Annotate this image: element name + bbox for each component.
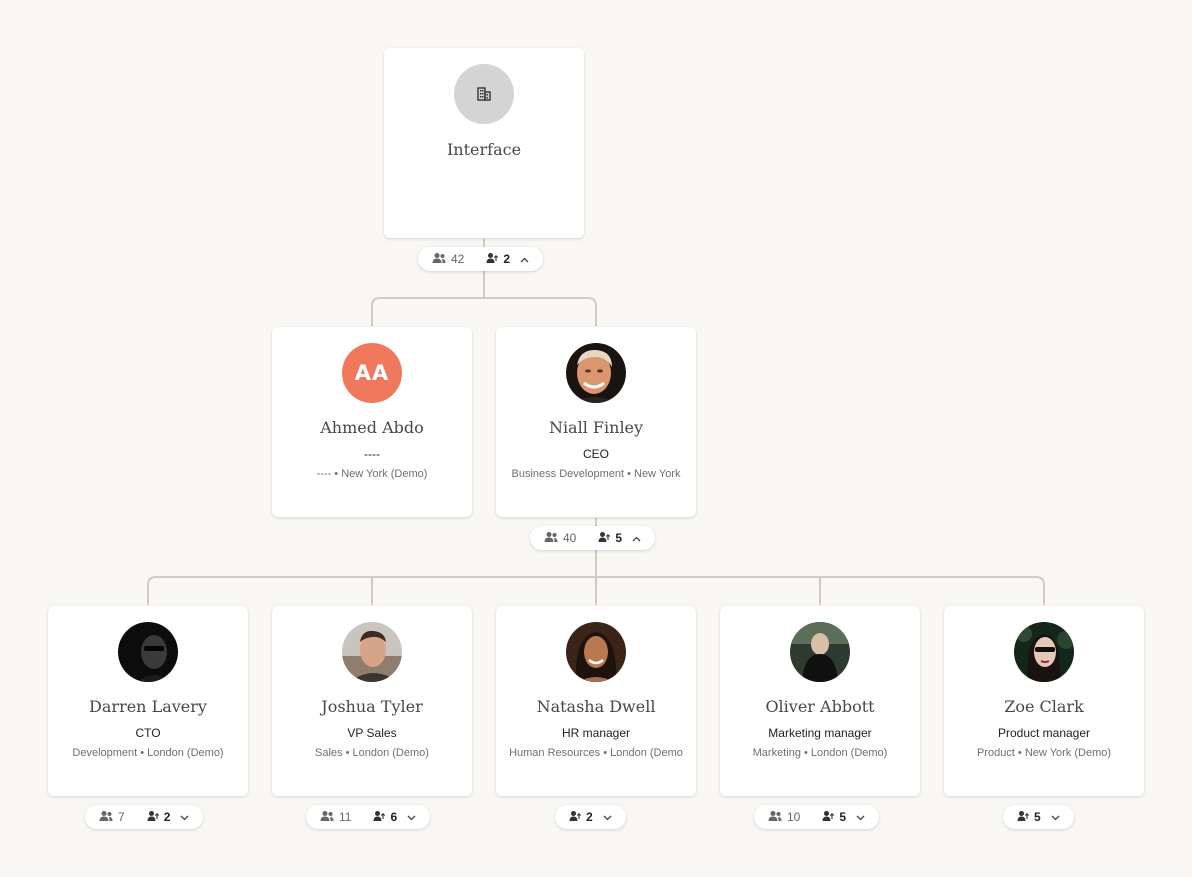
- zoe-clark-reports-toggle[interactable]: 5: [1003, 805, 1074, 829]
- chevron-up-icon[interactable]: [632, 531, 641, 545]
- person-title: CEO: [582, 447, 609, 461]
- person-department-location: Development • London (Demo): [72, 747, 224, 759]
- team-size-icon: [432, 252, 446, 267]
- chevron-down-icon[interactable]: [1051, 810, 1060, 824]
- org-avatar: [454, 64, 514, 124]
- team-size-icon: [544, 531, 558, 546]
- person-card-oliver-abbott[interactable]: Oliver Abbott Marketing manager Marketin…: [720, 606, 920, 796]
- person-department-location: Marketing • London (Demo): [752, 747, 888, 759]
- person-department-location: Product • New York (Demo): [976, 747, 1112, 759]
- avatar: AA: [342, 343, 402, 403]
- total-count: 42: [451, 252, 465, 266]
- natasha-dwell-reports-toggle[interactable]: 2: [555, 805, 626, 829]
- direct-reports-icon: [822, 810, 835, 825]
- person-name: Zoe Clark: [1004, 697, 1084, 716]
- darren-lavery-reports-toggle[interactable]: 7 2: [85, 805, 204, 829]
- avatar: [566, 343, 626, 403]
- person-title: Product manager: [997, 726, 1091, 740]
- person-title: Marketing manager: [768, 726, 872, 740]
- chevron-down-icon[interactable]: [180, 810, 189, 824]
- direct-count: 5: [615, 531, 623, 545]
- person-name: Joshua Tyler: [321, 697, 423, 716]
- person-department-location: Business Development • New York: [511, 468, 681, 480]
- person-card-zoe-clark[interactable]: Zoe Clark Product manager Product • New …: [944, 606, 1144, 796]
- person-name: Oliver Abbott: [765, 697, 875, 716]
- org-name: Interface: [446, 140, 522, 159]
- total-count: 40: [563, 531, 577, 545]
- direct-reports-icon: [598, 531, 611, 546]
- person-card-ahmed-abdo[interactable]: AA Ahmed Abdo ---- ---- • New York (Demo…: [272, 327, 472, 517]
- avatar: [790, 622, 850, 682]
- avatar: [1014, 622, 1074, 682]
- chevron-down-icon[interactable]: [856, 810, 865, 824]
- direct-count: 5: [1034, 810, 1041, 824]
- direct-count: 2: [163, 810, 171, 824]
- direct-count: 2: [586, 810, 593, 824]
- person-title: HR manager: [561, 726, 631, 740]
- chevron-up-icon[interactable]: [520, 252, 529, 266]
- joshua-tyler-reports-toggle[interactable]: 11 6: [306, 805, 431, 829]
- person-department-location: Human Resources • London (Demo: [509, 747, 683, 759]
- direct-reports-icon: [569, 810, 582, 825]
- niall-finley-reports-toggle[interactable]: 40 5: [530, 526, 656, 550]
- direct-count: 5: [839, 810, 847, 824]
- direct-reports-icon: [1017, 810, 1030, 825]
- direct-count: 2: [503, 252, 511, 266]
- avatar: [118, 622, 178, 682]
- person-department-location: ---- • New York (Demo): [316, 468, 428, 480]
- team-size-icon: [768, 810, 782, 825]
- person-title: CTO: [135, 726, 161, 740]
- direct-reports-icon: [486, 252, 499, 267]
- avatar: [342, 622, 402, 682]
- person-name: Natasha Dwell: [536, 697, 656, 716]
- person-name: Niall Finley: [548, 418, 644, 437]
- person-name: Darren Lavery: [89, 697, 207, 716]
- direct-reports-icon: [147, 810, 159, 825]
- total-count: 7: [118, 810, 125, 824]
- direct-reports-icon: [373, 810, 386, 825]
- avatar: [566, 622, 626, 682]
- person-card-darren-lavery[interactable]: Darren Lavery CTO Development • London (…: [48, 606, 248, 796]
- person-title: ----: [364, 447, 380, 461]
- team-size-icon: [99, 810, 113, 825]
- total-count: 10: [787, 810, 801, 824]
- interface-reports-toggle[interactable]: 42 2: [418, 247, 544, 271]
- direct-count: 6: [390, 810, 398, 824]
- oliver-abbott-reports-toggle[interactable]: 10 5: [754, 805, 880, 829]
- person-department-location: Sales • London (Demo): [315, 747, 429, 759]
- team-size-icon: [320, 810, 334, 825]
- person-name: Ahmed Abdo: [320, 418, 424, 437]
- chevron-down-icon[interactable]: [603, 810, 612, 824]
- total-count: 11: [339, 810, 352, 824]
- person-card-joshua-tyler[interactable]: Joshua Tyler VP Sales Sales • London (De…: [272, 606, 472, 796]
- person-card-natasha-dwell[interactable]: Natasha Dwell HR manager Human Resources…: [496, 606, 696, 796]
- chevron-down-icon[interactable]: [407, 810, 416, 824]
- org-card-interface[interactable]: Interface: [384, 48, 584, 238]
- person-card-niall-finley[interactable]: Niall Finley CEO Business Development • …: [496, 327, 696, 517]
- building-icon: [477, 87, 491, 101]
- person-title: VP Sales: [347, 726, 397, 740]
